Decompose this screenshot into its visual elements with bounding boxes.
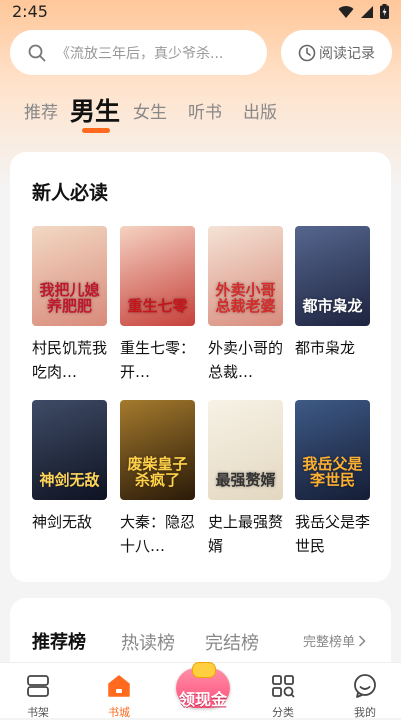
cover-title: 重生七零 xyxy=(127,297,188,315)
book-cover: 神剑无敌 xyxy=(32,400,107,500)
cover-title: 我岳父是李世民 xyxy=(302,455,363,489)
tab-recommend-ranking[interactable]: 推荐榜 xyxy=(32,628,86,654)
book-item[interactable]: 重生七零 重生七零：开… xyxy=(120,226,195,384)
nav-bookstore[interactable]: 书城 xyxy=(84,663,154,719)
book-title: 重生七零：开… xyxy=(120,339,195,381)
nav-bookshelf[interactable]: 书架 xyxy=(3,663,73,719)
cover-title: 都市枭龙 xyxy=(302,297,363,315)
cover-title: 我把儿媳养肥肥 xyxy=(39,281,100,315)
profile-icon xyxy=(354,674,376,698)
full-ranking-link[interactable]: 完整榜单 xyxy=(303,631,366,650)
claim-cash-button[interactable]: 领现金 xyxy=(176,662,230,709)
book-cover: 最强赘婿 xyxy=(208,400,283,500)
section-title: 新人必读 xyxy=(32,182,109,204)
book-item[interactable]: 神剑无敌 神剑无敌 xyxy=(32,400,107,558)
tab-publishing[interactable]: 出版 xyxy=(243,98,277,123)
nav-category[interactable]: 分类 xyxy=(248,663,318,719)
nav-label: 书架 xyxy=(27,706,49,719)
nav-label: 我的 xyxy=(354,706,376,719)
cover-title: 废柴皇子杀疯了 xyxy=(127,455,188,489)
book-item[interactable]: 最强赘婿 史上最强赘婿 xyxy=(208,400,283,558)
book-cover: 我岳父是李世民 xyxy=(295,400,370,500)
cover-title: 外卖小哥总裁老婆 xyxy=(215,281,276,315)
book-item[interactable]: 废柴皇子杀疯了 大秦：隐忍十八… xyxy=(120,400,195,558)
book-cover: 都市枭龙 xyxy=(295,226,370,326)
signal-icon xyxy=(361,5,373,18)
wifi-icon xyxy=(338,5,354,18)
book-item[interactable]: 我把儿媳养肥肥 村民饥荒我吃肉… xyxy=(32,226,107,384)
reading-history-label: 阅读记录 xyxy=(319,45,375,62)
bookshelf-icon xyxy=(27,675,49,697)
book-title: 都市枭龙 xyxy=(295,339,356,357)
book-cover: 废柴皇子杀疯了 xyxy=(120,400,195,500)
book-title: 大秦：隐忍十八… xyxy=(120,513,195,555)
book-item[interactable]: 我岳父是李世民 我岳父是李世民 xyxy=(295,400,370,558)
coin-icon xyxy=(192,662,216,678)
tab-hot-ranking[interactable]: 热读榜 xyxy=(121,629,175,655)
book-cover: 我把儿媳养肥肥 xyxy=(32,226,107,326)
book-title: 神剑无敌 xyxy=(32,513,93,531)
tab-recommend[interactable]: 推荐 xyxy=(24,98,58,123)
cover-title: 最强赘婿 xyxy=(215,471,276,489)
book-cover: 重生七零 xyxy=(120,226,195,326)
clock-icon xyxy=(298,44,316,61)
reading-history-button[interactable]: 阅读记录 xyxy=(281,30,392,75)
cover-title: 神剑无敌 xyxy=(39,471,100,489)
nav-label: 书城 xyxy=(108,706,130,719)
book-item[interactable]: 都市枭龙 都市枭龙 xyxy=(295,226,370,384)
status-icons xyxy=(338,4,389,19)
tab-completed-ranking[interactable]: 完结榜 xyxy=(205,629,259,655)
tab-male[interactable]: 男生 xyxy=(70,92,120,128)
book-title: 村民饥荒我吃肉… xyxy=(32,339,107,381)
book-cover: 外卖小哥总裁老婆 xyxy=(208,226,283,326)
new-reader-section: 新人必读 我把儿媳养肥肥 村民饥荒我吃肉… 重生七零 重生七零：开… 外卖小哥总… xyxy=(10,152,391,582)
tab-audiobook[interactable]: 听书 xyxy=(188,98,222,123)
claim-cash-label: 领现金 xyxy=(178,690,227,709)
category-icon xyxy=(272,675,295,698)
active-tab-indicator xyxy=(82,128,110,133)
home-icon xyxy=(108,675,130,697)
full-ranking-label: 完整榜单 xyxy=(303,635,356,650)
nav-label: 分类 xyxy=(272,706,294,719)
book-title: 外卖小哥的总裁… xyxy=(208,339,283,381)
nav-profile[interactable]: 我的 xyxy=(330,663,400,719)
battery-icon xyxy=(380,4,389,19)
search-icon xyxy=(28,44,46,61)
tab-female[interactable]: 女生 xyxy=(133,98,167,123)
status-time: 2:45 xyxy=(12,2,48,21)
search-input[interactable]: 《流放三年后，真少爷杀... xyxy=(10,30,267,75)
search-placeholder: 《流放三年后，真少爷杀... xyxy=(56,45,224,62)
book-title: 我岳父是李世民 xyxy=(295,513,370,555)
book-title: 史上最强赘婿 xyxy=(208,513,283,555)
chevron-right-icon xyxy=(358,634,366,647)
book-item[interactable]: 外卖小哥总裁老婆 外卖小哥的总裁… xyxy=(208,226,283,384)
status-bar: 2:45 xyxy=(0,0,401,24)
